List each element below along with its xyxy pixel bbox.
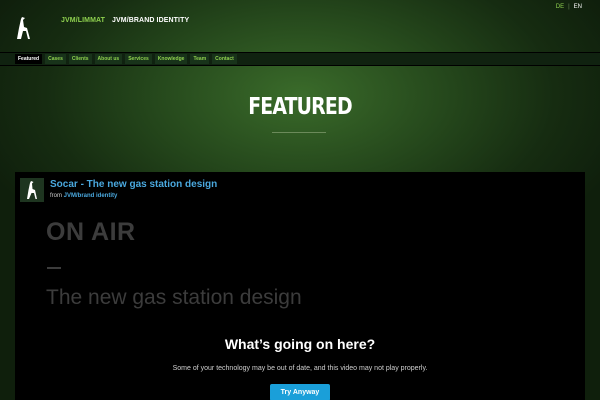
giraffe-thumbnail-icon <box>27 181 37 199</box>
language-separator: | <box>568 4 570 10</box>
nav-item-about-us[interactable]: About us <box>94 54 123 64</box>
nav-item-team[interactable]: Team <box>190 54 210 64</box>
nav-item-featured[interactable]: Featured <box>15 54 43 64</box>
playback-error-text: Some of your technology may be out of da… <box>172 365 428 372</box>
video-frame-subline: The new gas station design <box>46 286 302 309</box>
language-de-link[interactable]: DE <box>556 4 564 10</box>
byline-channel-link[interactable]: JVM/brand identity <box>64 193 118 199</box>
brand-secondary-link[interactable]: JVM/BRAND IDENTITY <box>112 17 189 24</box>
nav-item-cases[interactable]: Cases <box>45 54 66 64</box>
playback-error-title: What’s going on here? <box>224 336 376 352</box>
video-player[interactable]: Socar - The new gas station design from … <box>15 172 585 400</box>
brand-primary-link[interactable]: JVM/LIMMAT <box>61 17 105 24</box>
video-owner-thumbnail[interactable] <box>20 178 44 202</box>
nav-item-clients[interactable]: Clients <box>68 54 92 64</box>
byline-prefix: from <box>50 193 62 199</box>
nav-item-contact[interactable]: Contact <box>212 54 237 64</box>
giraffe-logo-icon[interactable] <box>12 16 36 40</box>
video-frame-dash <box>47 267 61 269</box>
top-header: JVM/LIMMAT JVM/BRAND IDENTITY DE | EN <box>0 0 600 52</box>
language-en-link[interactable]: EN <box>574 4 582 10</box>
title-divider <box>272 132 326 133</box>
try-anyway-button[interactable]: Try Anyway <box>270 384 330 400</box>
language-switcher: DE | EN <box>556 4 582 10</box>
page-title: FEATURED <box>248 94 352 120</box>
nav-item-knowledge[interactable]: Knowledge <box>154 54 188 64</box>
nav-item-services[interactable]: Services <box>125 54 152 64</box>
video-frame-heading: ON AIR <box>46 218 136 246</box>
main-nav: Featured Cases Clients About us Services… <box>0 52 600 66</box>
video-title-link[interactable]: Socar - The new gas station design <box>50 179 217 190</box>
video-byline: from JVM/brand identity <box>50 193 117 199</box>
